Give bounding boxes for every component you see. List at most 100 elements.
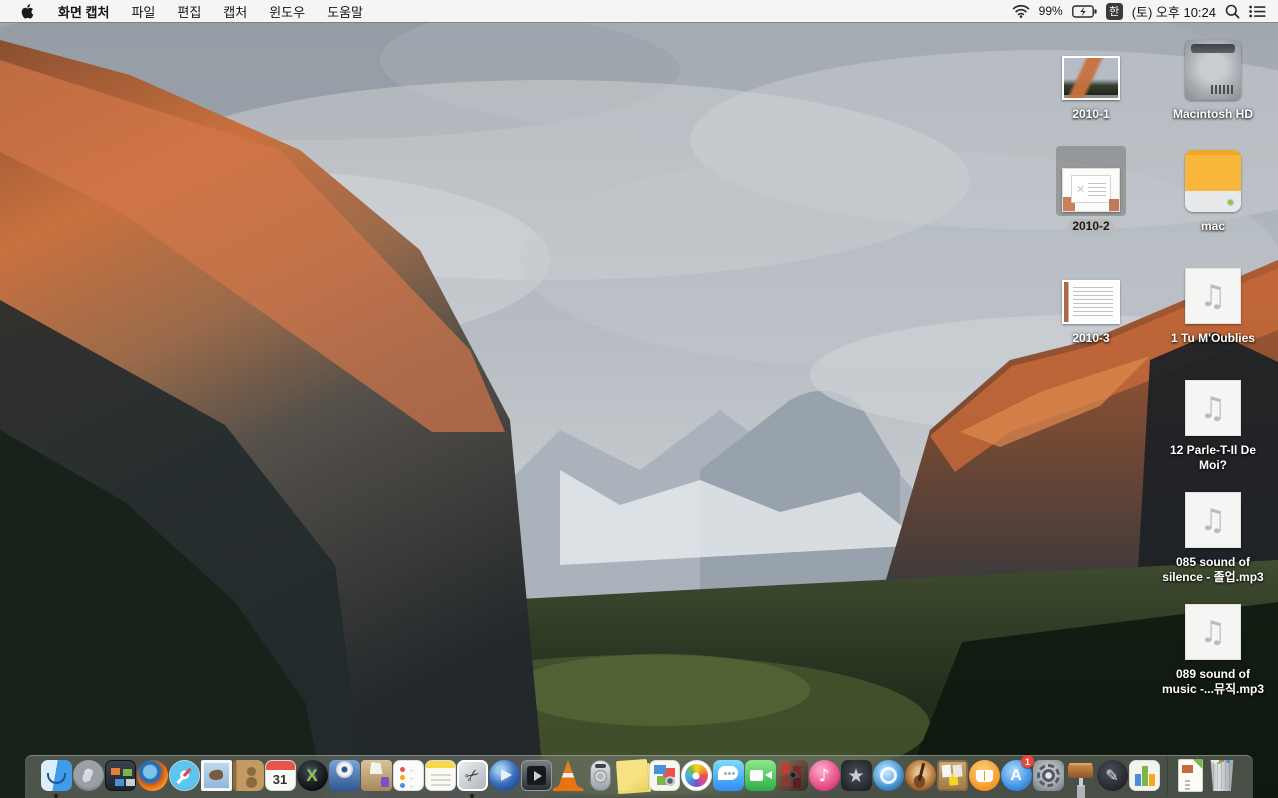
- dock-app-icon: [1209, 760, 1235, 791]
- dock-app-icon: [553, 760, 584, 791]
- desktop-icon-label: Macintosh HD: [1169, 107, 1257, 122]
- desktop-icon-label: 1 Tu M'Oublies: [1167, 331, 1259, 346]
- desktop-icon-sound-of-music[interactable]: 089 sound of music -...뮤직.mp3: [1155, 594, 1271, 697]
- desktop-icon-label: 085 sound of silence - 졸업.mp3: [1156, 555, 1270, 585]
- desktop-icon-macintosh-hd[interactable]: Macintosh HD: [1155, 34, 1271, 122]
- menu-app-name[interactable]: 화면 캡처: [47, 2, 120, 21]
- dock-app-icon: [169, 760, 200, 791]
- dock-calendar[interactable]: 31: [264, 757, 296, 794]
- file-icon: [1185, 40, 1241, 100]
- dock-app-icon: [1033, 760, 1064, 791]
- menubar-menu[interactable]: 파일: [120, 2, 166, 21]
- spotlight-icon[interactable]: [1225, 4, 1240, 19]
- dock-separator[interactable]: [1160, 757, 1174, 794]
- menubar-menu[interactable]: 편집: [166, 2, 212, 21]
- menu-bar-status: 99% 한 (토) 오후 10:24: [1012, 2, 1278, 21]
- dock-ibooks[interactable]: [968, 757, 1000, 794]
- file-icon: [1185, 492, 1241, 548]
- desktop: 화면 캡처 파일 편집 캡처 윈도우 도움말 99%: [0, 0, 1278, 798]
- notification-badge: 1: [1021, 755, 1034, 768]
- dock-app-icon: [105, 760, 136, 791]
- file-icon: [1062, 280, 1120, 324]
- menu-bar-clock[interactable]: (토) 오후 10:24: [1132, 2, 1216, 21]
- dock-imovie[interactable]: [840, 757, 872, 794]
- desktop-icon-label: 089 sound of music -...뮤직.mp3: [1156, 667, 1270, 697]
- dock-idvd[interactable]: [872, 757, 904, 794]
- dock: 31: [25, 755, 1253, 798]
- file-icon: [1062, 168, 1120, 212]
- dock-media-player-dark[interactable]: [520, 757, 552, 794]
- dock-app-icon: [713, 760, 744, 791]
- input-source-badge[interactable]: 한: [1106, 3, 1123, 20]
- menubar-menu[interactable]: 윈도우: [258, 2, 316, 21]
- dock-stickies[interactable]: [616, 757, 648, 794]
- dock-app-store[interactable]: 1: [1000, 757, 1032, 794]
- dock-pinboard[interactable]: [936, 757, 968, 794]
- dock-garageband[interactable]: [904, 757, 936, 794]
- dock-mail[interactable]: [200, 757, 232, 794]
- desktop-icon-mac[interactable]: mac: [1155, 146, 1271, 234]
- desktop-icon-sound-of-silence[interactable]: 085 sound of silence - 졸업.mp3: [1155, 482, 1271, 585]
- dock-system-preferences[interactable]: [1032, 757, 1064, 794]
- dock-dvd-player[interactable]: [584, 757, 616, 794]
- dock-itunes[interactable]: [808, 757, 840, 794]
- desktop-icon-tu-moublies[interactable]: 1 Tu M'Oublies: [1155, 258, 1271, 346]
- dock-vlc[interactable]: [552, 757, 584, 794]
- menubar-menu[interactable]: 도움말: [316, 2, 374, 21]
- dock-grab[interactable]: [456, 757, 488, 794]
- menu-bar: 화면 캡처 파일 편집 캡처 윈도우 도움말 99%: [0, 0, 1278, 22]
- desktop-icon-2010-3[interactable]: 2010-3: [1033, 258, 1149, 346]
- dock-numbers[interactable]: [1128, 757, 1160, 794]
- desktop-icon-parle-t-il-de-moi[interactable]: 12 Parle-T-Il De Moi?: [1155, 370, 1271, 473]
- desktop-icon-label: mac: [1197, 219, 1229, 234]
- dock-app-icon: [1178, 759, 1203, 792]
- dock-photos[interactable]: [680, 757, 712, 794]
- desktop-icon-label: 12 Parle-T-Il De Moi?: [1156, 443, 1270, 473]
- file-icon: [1185, 604, 1241, 660]
- battery-charging-icon[interactable]: [1072, 5, 1097, 18]
- dock-app-icon: [297, 760, 328, 791]
- battery-percent[interactable]: 99%: [1039, 4, 1063, 18]
- dock-app-icon: [265, 760, 296, 791]
- file-icon: [1062, 56, 1120, 100]
- dock-app-icon: [233, 760, 264, 791]
- dock-finder[interactable]: [40, 757, 72, 794]
- dock-app-icon: [937, 760, 968, 791]
- dock-stuffit-expander[interactable]: [360, 757, 392, 794]
- dock-app-icon: [457, 760, 488, 791]
- dock-facetime[interactable]: [744, 757, 776, 794]
- dock-keynote[interactable]: [1064, 757, 1096, 794]
- dock-trash[interactable]: [1206, 757, 1238, 794]
- dock-reminders[interactable]: [392, 757, 424, 794]
- apple-menu[interactable]: [0, 4, 47, 19]
- dock-app-icon: [873, 760, 904, 791]
- dock-notes[interactable]: [424, 757, 456, 794]
- dock-app-icon: [361, 760, 392, 791]
- desktop-icon-2010-2[interactable]: 2010-2: [1033, 146, 1149, 234]
- dock-mission-control[interactable]: [104, 757, 136, 794]
- wifi-icon[interactable]: [1012, 4, 1030, 18]
- dock-app-icon: [201, 760, 232, 791]
- desktop-icon-2010-1[interactable]: 2010-1: [1033, 34, 1149, 122]
- dock-safari[interactable]: [168, 757, 200, 794]
- dock-app-icon: [590, 760, 611, 791]
- dock-contacts[interactable]: [232, 757, 264, 794]
- dock-firefox[interactable]: [136, 757, 168, 794]
- dock-photo-booth[interactable]: [776, 757, 808, 794]
- dock-launchpad[interactable]: [72, 757, 104, 794]
- dock-app-icon: [1129, 760, 1160, 791]
- notification-center-icon[interactable]: [1249, 5, 1266, 18]
- dock-pages[interactable]: [1096, 757, 1128, 794]
- menubar-menu[interactable]: 캡처: [212, 2, 258, 21]
- dock-toast[interactable]: [328, 757, 360, 794]
- dock-app-icon: [615, 759, 648, 792]
- running-indicator: [54, 794, 58, 798]
- dock-x-app[interactable]: [296, 757, 328, 794]
- dock-media-player-blue[interactable]: [488, 757, 520, 794]
- dock-image-capture[interactable]: [648, 757, 680, 794]
- dock-downloads-stack[interactable]: [1174, 757, 1206, 794]
- dock-messages[interactable]: [712, 757, 744, 794]
- file-icon: [1185, 268, 1241, 324]
- file-icon: [1185, 380, 1241, 436]
- dock-app-icon: [777, 760, 808, 791]
